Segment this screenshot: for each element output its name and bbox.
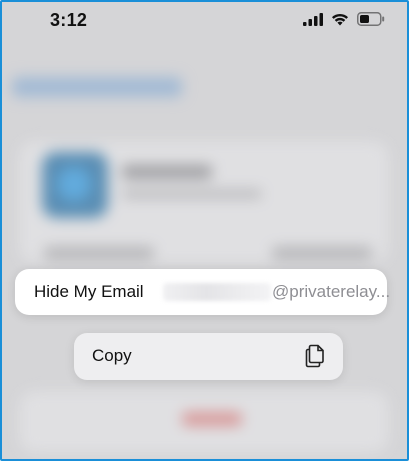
copy-menu-item[interactable]: Copy [74, 333, 343, 380]
cellular-signal-icon [303, 12, 323, 31]
status-icons [303, 12, 385, 31]
copy-icon [305, 344, 325, 373]
redacted-email-prefix [163, 283, 271, 301]
phone-screen: 3:12 Hide My Email @privaterelay... Copy [0, 0, 409, 461]
wifi-icon [331, 13, 349, 31]
email-domain-value: @privaterelay... [272, 282, 391, 301]
hide-my-email-label: Hide My Email [34, 282, 144, 301]
copy-label: Copy [92, 346, 132, 365]
dim-overlay [2, 2, 407, 459]
battery-icon [357, 12, 385, 31]
status-time: 3:12 [50, 10, 88, 30]
context-menu: Copy [74, 333, 343, 380]
hide-my-email-row[interactable]: Hide My Email @privaterelay... [15, 269, 391, 315]
